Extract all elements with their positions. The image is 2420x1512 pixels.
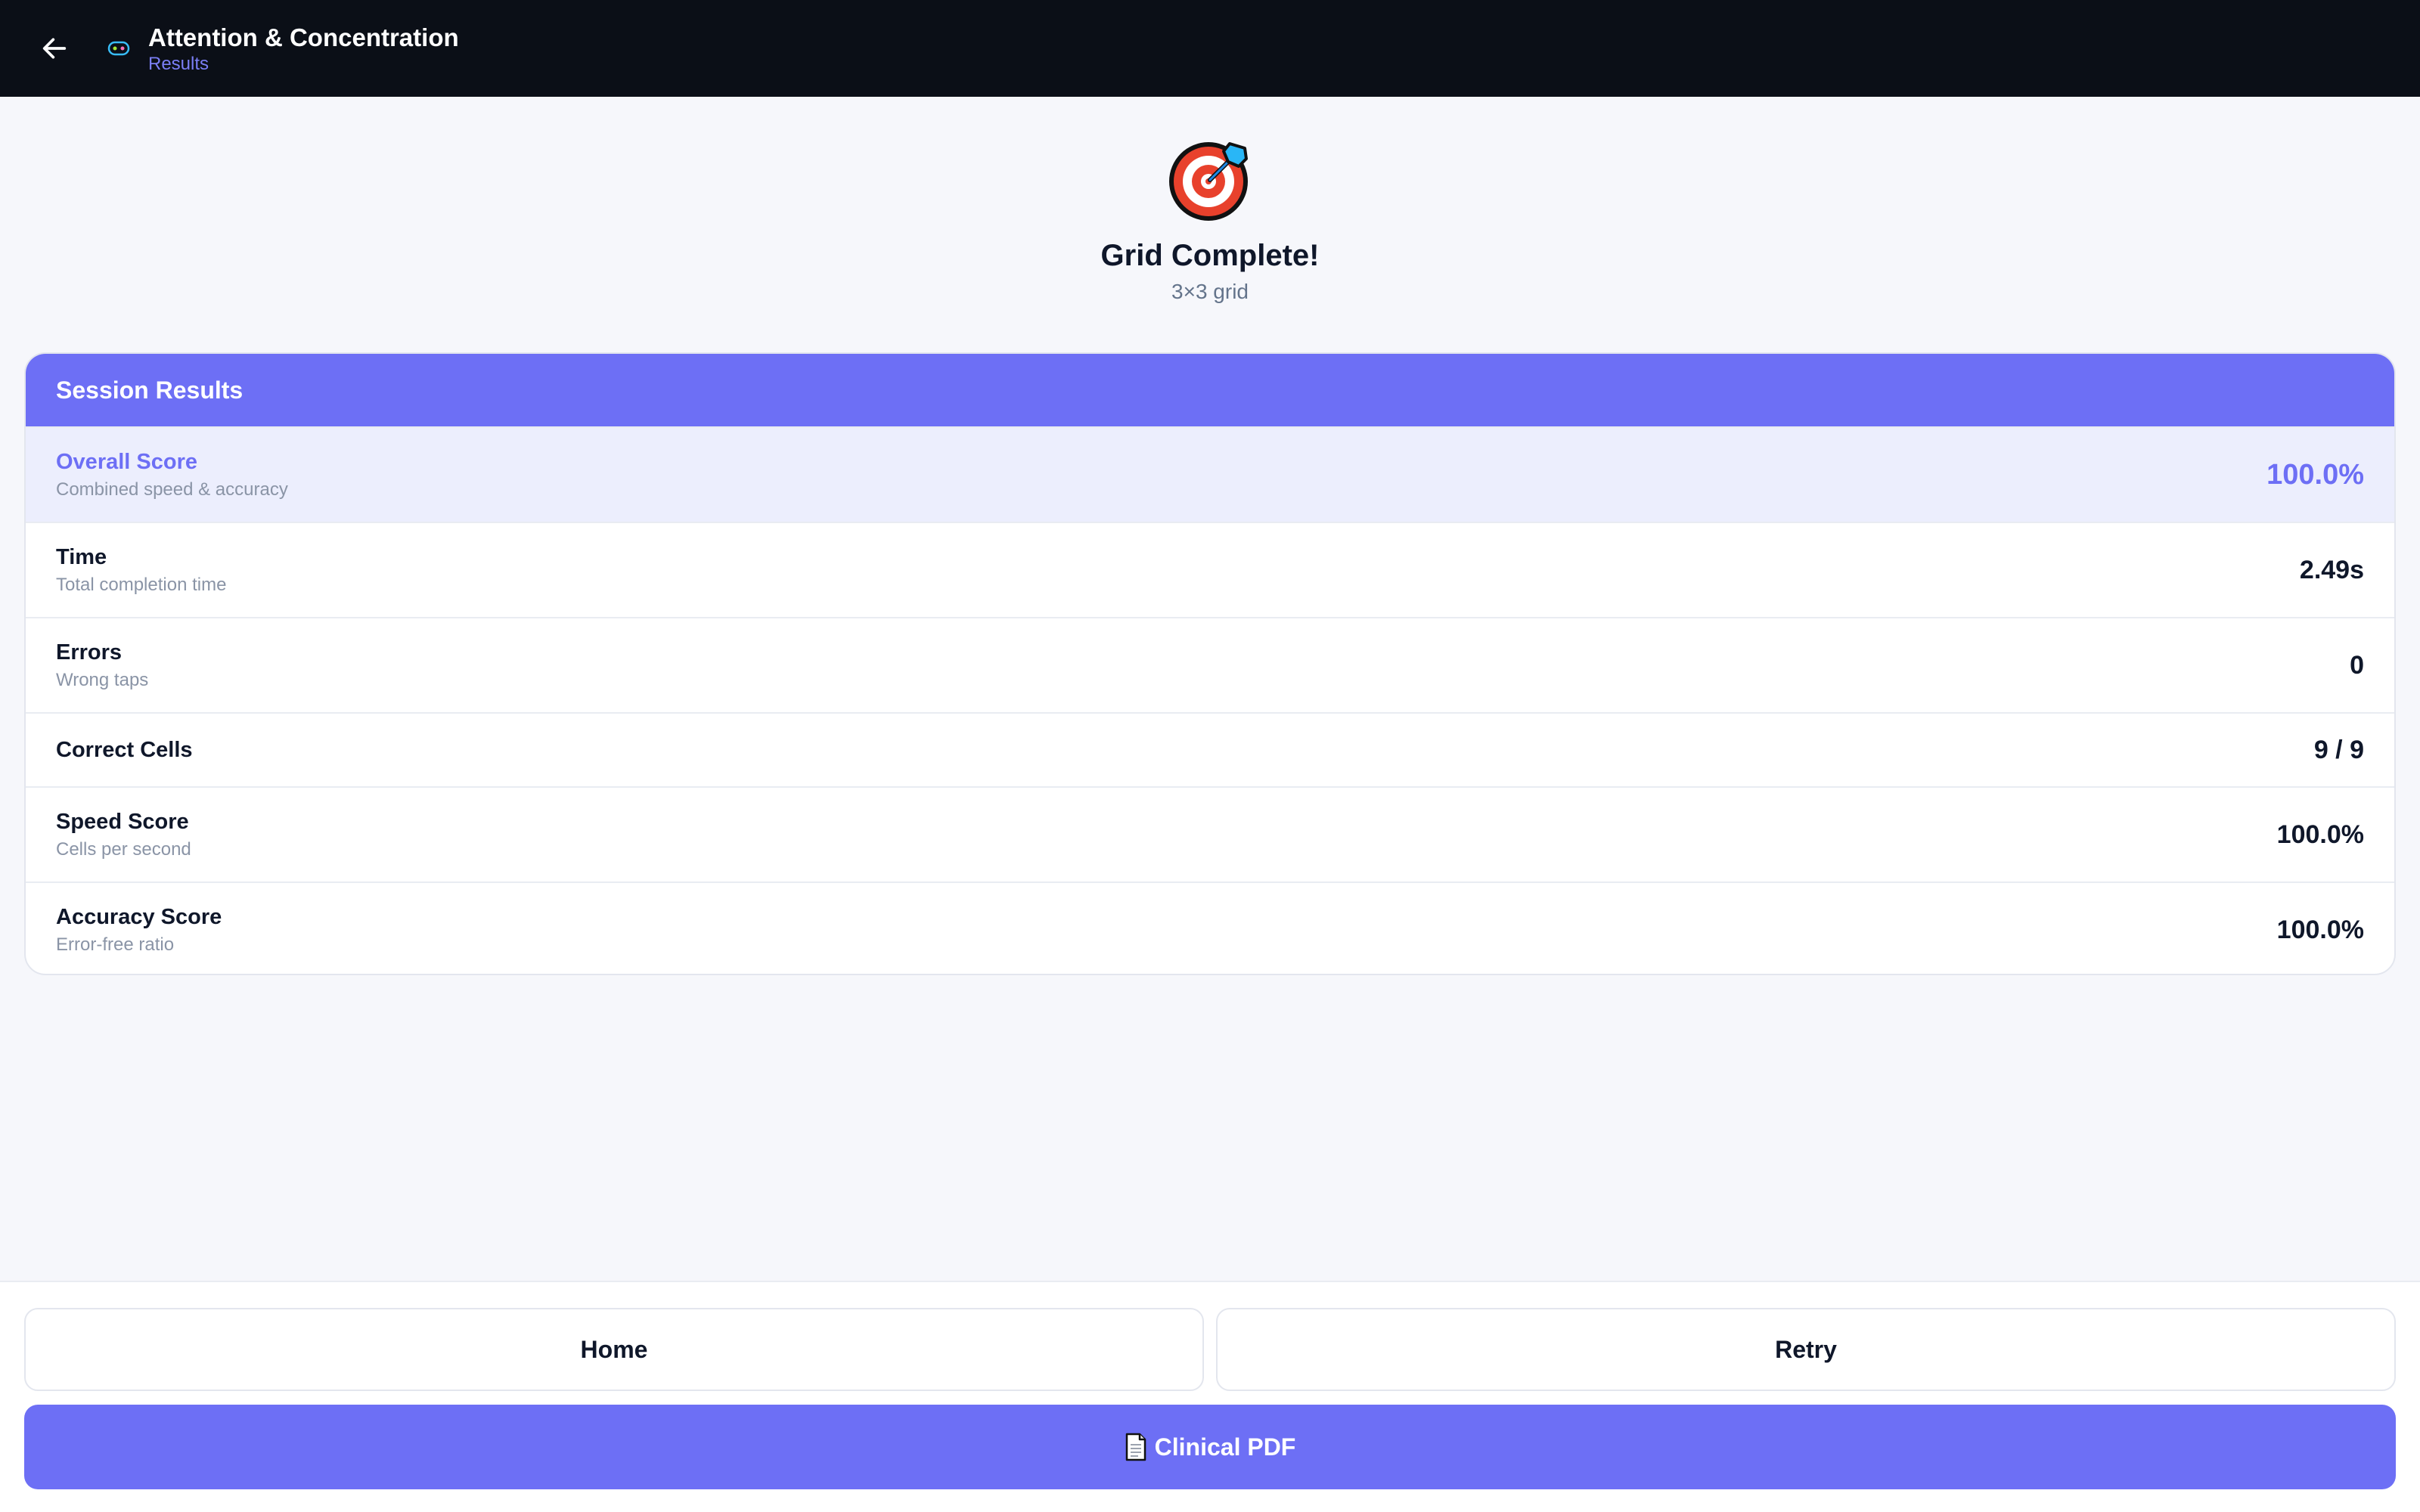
result-row-overall-score: Overall Score Combined speed & accuracy … [26,426,2394,522]
retry-button[interactable]: Retry [1216,1308,2396,1391]
completion-hero: Grid Complete! 3×3 grid [0,136,2420,305]
result-row-text: Speed Score Cells per second [56,807,191,862]
grid-size-label: 3×3 grid [1171,280,1249,303]
result-row-errors: Errors Wrong taps 0 [26,617,2394,712]
target-dart-icon [1169,142,1248,221]
clinical-pdf-button[interactable]: Clinical PDF [24,1405,2396,1489]
result-label: Speed Score [56,810,189,834]
session-results-card: Session Results Overall Score Combined s… [24,352,2396,975]
result-label: Accuracy Score [56,905,222,929]
completion-title: Grid Complete! [1100,239,1320,272]
result-description: Cells per second [56,839,191,860]
result-description: Error-free ratio [56,934,175,955]
result-value: 0 [2350,650,2364,680]
gamepad-icon [106,38,132,59]
result-row-time: Time Total completion time 2.49s [26,522,2394,617]
result-row-correct-cells: Correct Cells 9 / 9 [26,712,2394,786]
result-description: Combined speed & accuracy [56,479,288,500]
result-row-text: Accuracy Score Error-free ratio [56,903,222,957]
result-value: 9 / 9 [2313,735,2364,764]
result-row-text: Overall Score Combined speed & accuracy [56,448,288,502]
top-app-bar: Attention & Concentration Results [0,0,2420,97]
result-label: Time [56,545,107,569]
session-results-heading: Session Results [26,354,2394,426]
result-value: 2.49s [2299,555,2364,584]
back-button[interactable] [33,27,76,70]
header-title-block: Attention & Concentration Results [148,23,459,76]
arrow-left-icon [42,38,67,59]
result-value: 100.0% [2266,458,2364,491]
result-description: Total completion time [56,575,227,595]
result-label: Overall Score [56,450,197,474]
clinical-pdf-label: Clinical PDF [1154,1433,1296,1461]
result-row-text: Correct Cells [56,736,193,764]
result-row-accuracy-score: Accuracy Score Error-free ratio 100.0% [26,881,2394,974]
result-label: Correct Cells [56,738,193,762]
result-row-text: Time Total completion time [56,543,226,597]
result-row-text: Errors Wrong taps [56,638,148,692]
result-label: Errors [56,640,123,665]
app-title: Attention & Concentration [148,23,459,51]
result-description: Wrong taps [56,670,149,690]
home-button[interactable]: Home [24,1308,1204,1391]
document-icon [1125,1433,1146,1461]
bottom-action-panel: Home Retry Clinical PDF [0,1281,2420,1512]
page-subtitle: Results [148,54,209,74]
result-value: 100.0% [2276,915,2364,944]
result-value: 100.0% [2276,820,2364,849]
result-row-speed-score: Speed Score Cells per second 100.0% [26,786,2394,881]
